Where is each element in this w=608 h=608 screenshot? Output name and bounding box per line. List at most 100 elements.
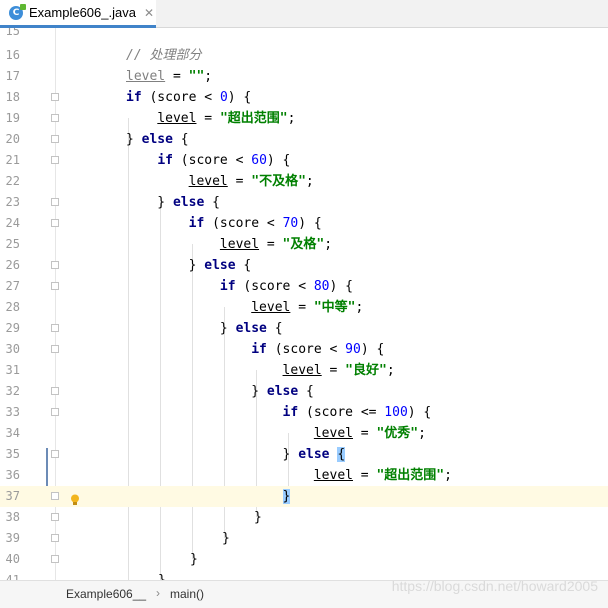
code-text: if (score < 70) { [188, 216, 322, 231]
code-text: } else { [126, 321, 283, 336]
line-number: 22 [5, 174, 20, 188]
code-line: 40 } [0, 549, 608, 570]
code-line: 15 [0, 28, 608, 42]
line-number: 20 [5, 132, 20, 146]
code-text: } else { [126, 447, 346, 462]
line-number: 24 [5, 216, 20, 230]
code-line: 33 if (score <= 100) { [0, 402, 608, 423]
code-text: level = "超出范围"; [313, 468, 452, 483]
breadcrumb-method[interactable]: main() [170, 587, 204, 601]
code-line: 27 if (score < 80) { [0, 276, 608, 297]
code-text: level = "中等"; [251, 300, 364, 315]
code-line: 38 } [0, 507, 608, 528]
code-comment: // 处理部分 [126, 48, 202, 63]
line-number: 40 [5, 552, 20, 566]
code-line: 39 } [0, 528, 608, 549]
code-line: 30 if (score < 90) { [0, 339, 608, 360]
java-class-icon: C [9, 3, 26, 20]
fold-toggle-icon[interactable] [51, 324, 59, 332]
fold-toggle-icon[interactable] [51, 555, 59, 563]
fold-toggle-icon[interactable] [51, 513, 59, 521]
code-line: 34 level = "优秀"; [0, 423, 608, 444]
fold-toggle-icon[interactable] [51, 345, 59, 353]
code-line: 20 } else { [0, 129, 608, 150]
line-number: 39 [5, 531, 20, 545]
code-text: level = "优秀"; [313, 426, 426, 441]
code-text: } [222, 531, 230, 546]
line-number: 35 [5, 447, 20, 461]
code-text: } else { [126, 384, 314, 399]
line-number: 28 [5, 300, 20, 314]
code-line: 24 if (score < 70) { [0, 213, 608, 234]
fold-toggle-icon[interactable] [51, 135, 59, 143]
watermark: https://blog.csdn.net/howard2005 [391, 578, 598, 594]
fold-toggle-icon[interactable] [51, 261, 59, 269]
code-line: 35 } else { [0, 444, 608, 465]
code-line: 28 level = "中等"; [0, 297, 608, 318]
tab-example606[interactable]: C Example606_.java ✕ [0, 0, 156, 28]
breadcrumb-class[interactable]: Example606__ [66, 587, 146, 601]
fold-toggle-icon[interactable] [51, 156, 59, 164]
line-number: 15 [5, 28, 20, 38]
code-line: 21 if (score < 60) { [0, 150, 608, 171]
code-line: 26 } else { [0, 255, 608, 276]
line-number: 31 [5, 363, 20, 377]
editor-tab-bar: C Example606_.java ✕ [0, 0, 608, 28]
code-text: level = "超出范围"; [157, 111, 296, 126]
line-number: 38 [5, 510, 20, 524]
close-icon[interactable]: ✕ [144, 6, 154, 20]
code-text: if (score < 80) { [219, 279, 353, 294]
fold-toggle-icon[interactable] [51, 93, 59, 101]
line-number: 41 [5, 573, 20, 580]
line-number: 32 [5, 384, 20, 398]
code-text: } [190, 552, 198, 567]
line-number: 36 [5, 468, 20, 482]
line-number: 18 [5, 90, 20, 104]
line-number: 16 [5, 48, 20, 62]
code-line: 22 level = "不及格"; [0, 171, 608, 192]
code-text: } else { [126, 132, 189, 147]
fold-toggle-icon[interactable] [51, 282, 59, 290]
line-number: 27 [5, 279, 20, 293]
fold-toggle-icon[interactable] [51, 534, 59, 542]
fold-toggle-icon[interactable] [51, 114, 59, 122]
lightbulb-icon[interactable] [70, 491, 80, 505]
chevron-right-icon: › [156, 586, 160, 600]
fold-toggle-icon[interactable] [51, 408, 59, 416]
line-number: 29 [5, 321, 20, 335]
line-number: 19 [5, 111, 20, 125]
fold-toggle-icon[interactable] [51, 492, 59, 500]
code-line: 29 } else { [0, 318, 608, 339]
code-text: } else { [126, 195, 220, 210]
line-number: 37 [5, 489, 20, 503]
tab-title: Example606_.java [29, 5, 136, 20]
fold-toggle-icon[interactable] [51, 219, 59, 227]
code-editor[interactable]: 15 16 // 处理部分 17 level = ""; 18 if (scor… [0, 28, 608, 580]
code-text: } else { [126, 258, 252, 273]
current-line: 37 } [0, 486, 608, 507]
code-text: if (score < 60) { [157, 153, 291, 168]
fold-toggle-icon[interactable] [51, 387, 59, 395]
code-line: 18 if (score < 0) { [0, 87, 608, 108]
line-number: 33 [5, 405, 20, 419]
line-number: 21 [5, 153, 20, 167]
code-text: level = "良好"; [282, 363, 395, 378]
code-line: 31 level = "良好"; [0, 360, 608, 381]
line-number: 26 [5, 258, 20, 272]
fold-toggle-icon[interactable] [51, 198, 59, 206]
code-line: 36 level = "超出范围"; [0, 465, 608, 486]
code-text: } [282, 489, 291, 504]
code-line: 23 } else { [0, 192, 608, 213]
code-text: level = ""; [126, 69, 213, 84]
code-text: } [158, 570, 166, 580]
line-number: 23 [5, 195, 20, 209]
line-number: 34 [5, 426, 20, 440]
line-number: 30 [5, 342, 20, 356]
code-text: if (score < 0) { [126, 90, 252, 105]
line-number: 17 [5, 69, 20, 83]
fold-toggle-icon[interactable] [51, 450, 59, 458]
code-text: level = "及格"; [219, 237, 333, 252]
code-text: if (score <= 100) { [282, 405, 432, 420]
code-text: } [254, 510, 262, 525]
code-line: 32 } else { [0, 381, 608, 402]
